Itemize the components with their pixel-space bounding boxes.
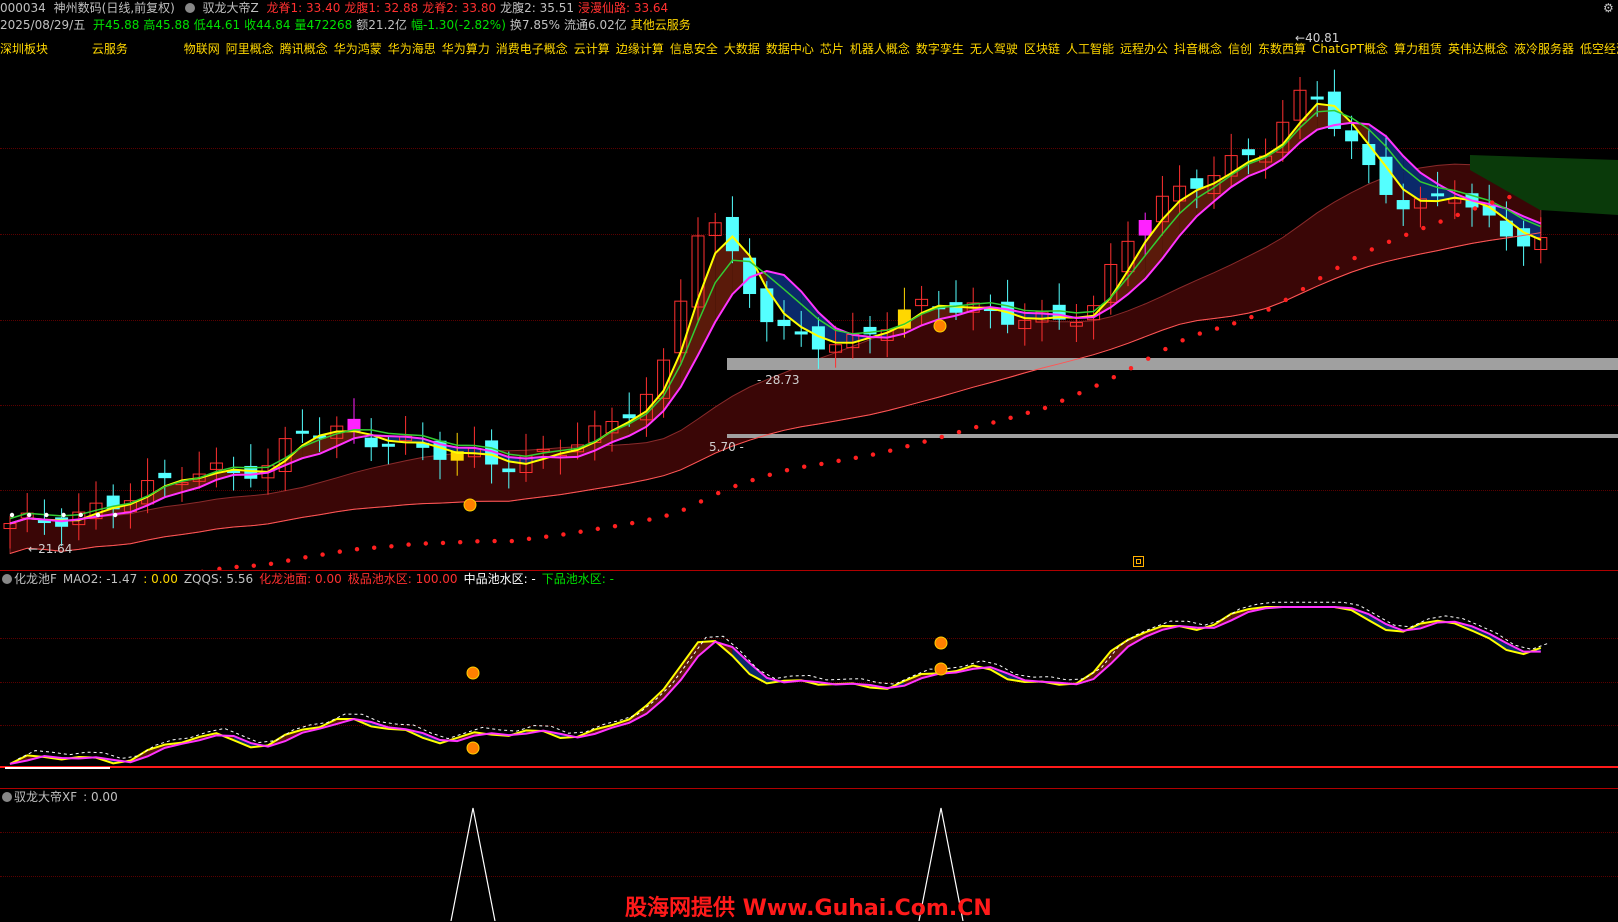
signal-spike bbox=[451, 808, 495, 921]
watermark-text: 股海网提供 Www.Guhai.Com.CN bbox=[625, 890, 992, 922]
indicator2-chart bbox=[0, 0, 1618, 921]
